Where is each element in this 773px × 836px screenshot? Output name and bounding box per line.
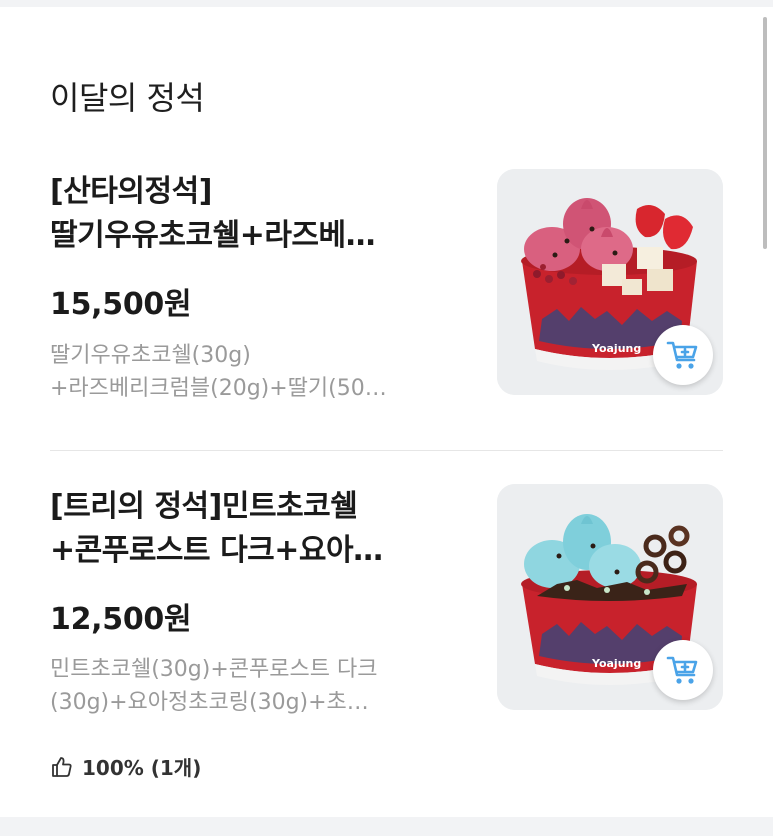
item-image[interactable]: Yoajung — [497, 169, 723, 395]
item-desc-line1: 딸기우유초코쉘(30g) — [50, 343, 251, 368]
menu-panel: 이달의 정석 [산타의정석] 딸기우유초코쉘+라즈베… 15,500원 딸기우유… — [0, 7, 773, 817]
item-name-line2: +콘푸로스트 다크+요아… — [50, 533, 383, 568]
item-image[interactable]: Yoajung — [497, 484, 723, 710]
item-description: 민트초코쉘(30g)+콘푸로스트 다크 (30g)+요아정초코링(30g)+초… — [50, 653, 470, 719]
item-description: 딸기우유초코쉘(30g) +라즈베리크럼블(20g)+딸기(50… — [50, 339, 470, 405]
item-name[interactable]: [산타의정석] 딸기우유초코쉘+라즈베… — [50, 170, 460, 258]
cart-add-icon — [666, 656, 698, 684]
add-to-cart-button[interactable] — [653, 325, 713, 385]
thumbs-up-icon — [52, 756, 72, 777]
cart-add-icon — [666, 341, 698, 369]
item-desc-line1: 민트초코쉘(30g)+콘푸로스트 다크 — [50, 657, 378, 682]
item-desc-line2: +라즈베리크럼블(20g)+딸기(50… — [50, 376, 387, 401]
item-name-line1: [트리의 정석]민트초코쉘 — [50, 489, 358, 524]
item-price: 15,500원 — [50, 287, 192, 322]
svg-text:Yoajung: Yoajung — [591, 657, 641, 670]
item-desc-line2: (30g)+요아정초코링(30g)+초… — [50, 690, 369, 715]
item-name-line2: 딸기우유초코쉘+라즈베… — [50, 218, 376, 253]
item-name-line1: [산타의정석] — [50, 174, 212, 209]
item-name[interactable]: [트리의 정석]민트초코쉘 +콘푸로스트 다크+요아… — [50, 485, 460, 573]
scrollbar[interactable] — [763, 17, 767, 249]
rating-text: 100% (1개) — [82, 756, 202, 780]
svg-text:Yoajung: Yoajung — [591, 342, 641, 355]
add-to-cart-button[interactable] — [653, 640, 713, 700]
section-title: 이달의 정석 — [50, 79, 205, 117]
item-divider — [50, 450, 723, 451]
rating: 100% (1개) — [50, 752, 201, 781]
item-price: 12,500원 — [50, 602, 192, 637]
